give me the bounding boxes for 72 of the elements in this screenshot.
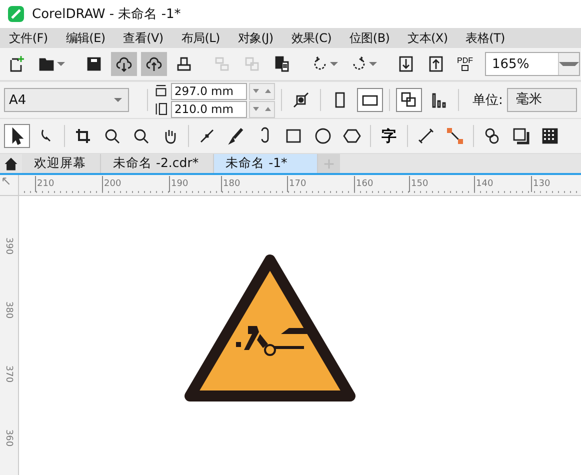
tool-button[interactable] xyxy=(4,124,30,148)
toolbar-button[interactable] xyxy=(356,88,383,112)
ellipse-icon xyxy=(314,127,332,145)
ruler-label: 210 xyxy=(35,176,54,192)
dimension-icon xyxy=(417,127,435,145)
brush-icon xyxy=(227,127,245,145)
connector-icon xyxy=(446,127,464,145)
toolbar-button[interactable] xyxy=(141,52,167,76)
page-size-dropdown[interactable]: A4 xyxy=(4,88,129,112)
ruler-label: 380 xyxy=(3,301,15,319)
spin-buttons[interactable] xyxy=(249,100,276,118)
window-title: CorelDRAW - 未命名 -1* xyxy=(32,6,181,23)
curve-line-icon xyxy=(198,127,216,145)
plus-icon xyxy=(322,156,336,170)
document-tab[interactable]: 欢迎屏幕 xyxy=(22,154,101,173)
menu-item[interactable]: 对象(J) xyxy=(228,30,282,46)
ruler-label: 160 xyxy=(354,176,374,192)
printer-icon xyxy=(175,55,193,73)
menu-item[interactable]: 编辑(E) xyxy=(56,30,114,46)
ruler-label: 190 xyxy=(169,176,188,192)
ruler-label: 170 xyxy=(287,176,306,192)
hexagon-icon xyxy=(343,127,361,145)
menu-item[interactable]: 查看(V) xyxy=(114,30,172,46)
ruler-label: 140 xyxy=(474,176,494,192)
new-document-icon xyxy=(8,55,26,73)
copy-icon xyxy=(243,55,261,73)
height-icon xyxy=(153,102,170,116)
ruler-label: 130 xyxy=(531,176,550,192)
unit-dropdown[interactable]: 毫米 xyxy=(506,88,577,112)
toolbar-button[interactable] xyxy=(396,88,422,112)
height-field[interactable]: 210.0 mm xyxy=(171,100,248,118)
width-field[interactable]: 297.0 mm xyxy=(171,82,248,100)
import-icon xyxy=(397,55,415,73)
ruler-label: 180 xyxy=(221,176,240,192)
zoom-combo[interactable]: 165% xyxy=(485,52,580,76)
export-icon xyxy=(427,55,445,73)
ruler-label: 150 xyxy=(409,176,428,192)
home-icon xyxy=(3,156,19,172)
menu-item[interactable]: 布局(L) xyxy=(172,30,229,46)
ruler-label: 360 xyxy=(3,429,15,447)
bars-icon xyxy=(430,91,448,109)
checker-icon xyxy=(541,127,559,145)
rectangle-icon xyxy=(285,127,303,145)
magnifier-icon xyxy=(132,127,150,145)
cloud-download-icon xyxy=(115,55,133,73)
document-tab[interactable]: 未命名 -1* xyxy=(214,154,318,173)
pages-icon xyxy=(400,91,418,109)
paste-icon xyxy=(273,55,291,73)
app-logo-icon xyxy=(8,6,24,22)
menu-item[interactable]: 表格(T) xyxy=(456,30,514,46)
document-tab[interactable]: 未命名 -2.cdr* xyxy=(101,154,214,173)
cut-icon xyxy=(213,55,231,73)
crop-icon xyxy=(74,127,92,145)
menu-item[interactable]: 位图(B) xyxy=(340,30,399,46)
menu-item[interactable]: 文件(F) xyxy=(0,30,57,46)
menu-item[interactable]: 效果(C) xyxy=(282,30,341,46)
ruler-label: 200 xyxy=(102,176,122,192)
magnifier-icon xyxy=(103,127,121,145)
toolbar-button[interactable] xyxy=(111,52,137,76)
ruler-label: 390 xyxy=(3,237,15,255)
drop-shadow-icon xyxy=(512,127,530,145)
cloud-upload-icon xyxy=(145,55,163,73)
menu-item[interactable]: 文本(X) xyxy=(398,30,457,46)
ruler-label: 370 xyxy=(3,365,15,383)
blend-icon xyxy=(483,127,501,145)
toolbar-button[interactable]: PDF xyxy=(453,52,477,76)
target-icon xyxy=(292,91,310,109)
text-tool-icon: 字 xyxy=(380,126,398,146)
unit-label: 单位: xyxy=(472,92,503,109)
tool-button[interactable]: 字 xyxy=(376,124,402,148)
save-icon xyxy=(85,55,103,73)
spin-buttons[interactable] xyxy=(249,82,276,100)
